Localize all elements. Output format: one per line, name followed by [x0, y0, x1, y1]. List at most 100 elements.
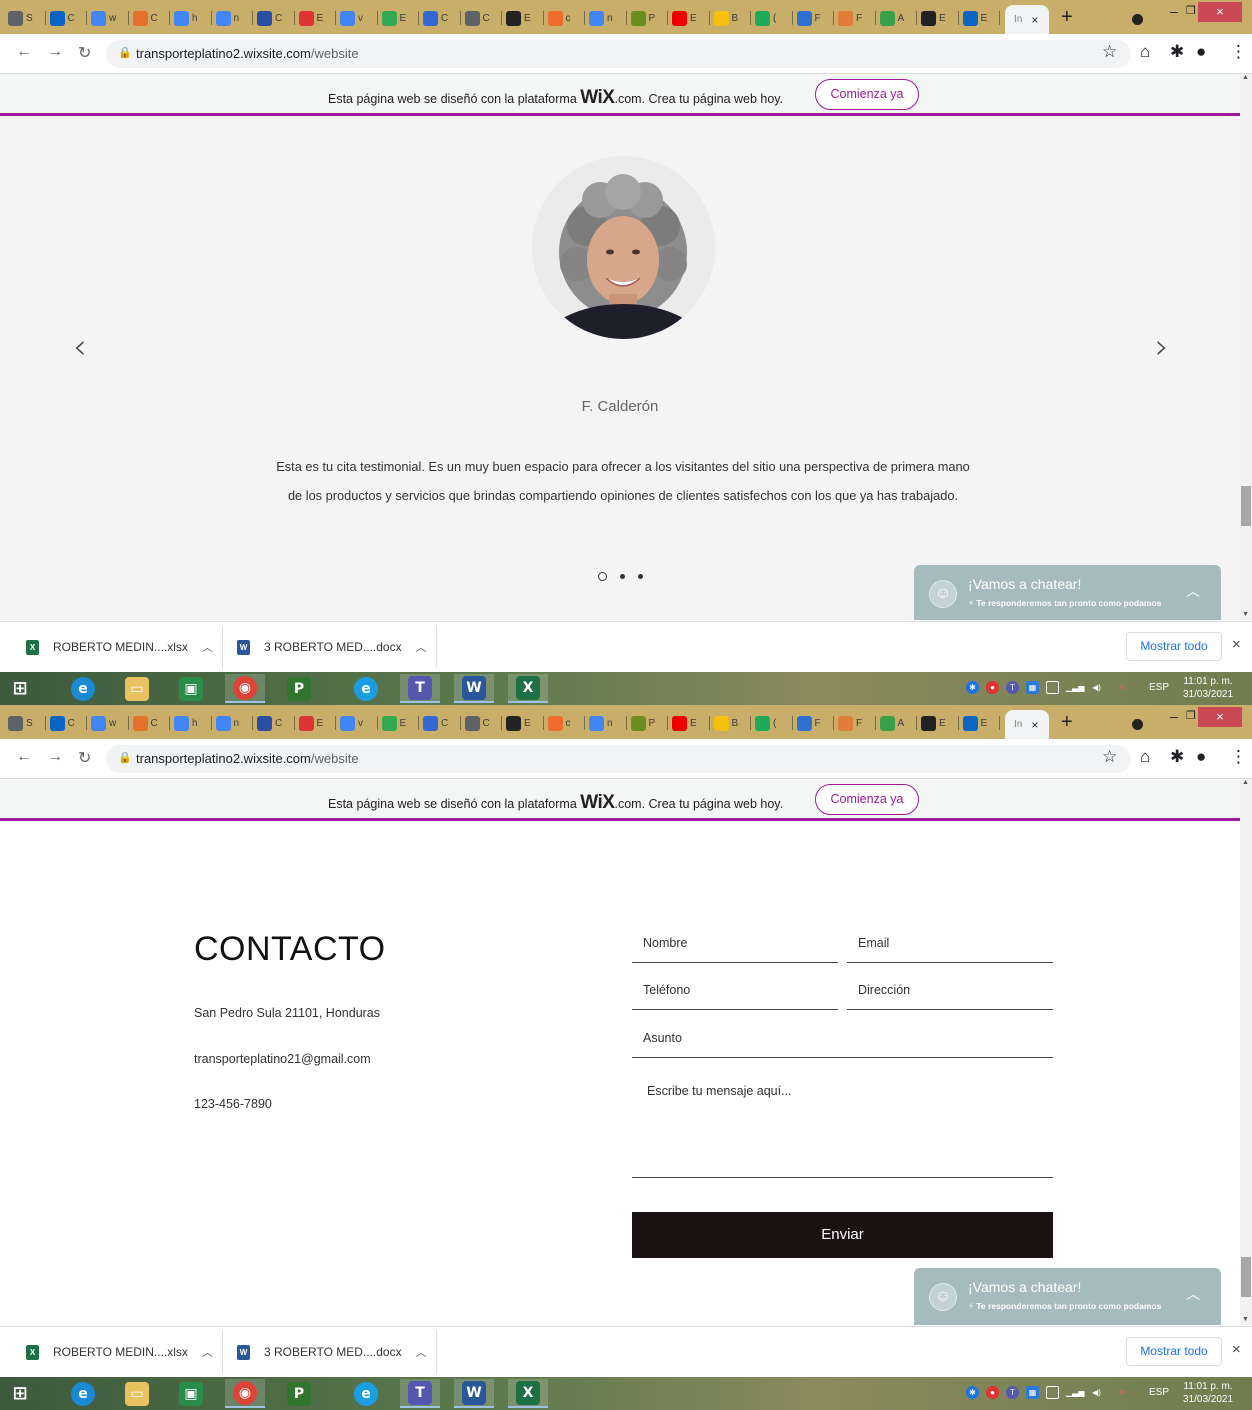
battery-icon[interactable]	[1046, 1386, 1059, 1399]
show-all-downloads-button[interactable]: Mostrar todo	[1126, 632, 1222, 661]
slide-dot[interactable]	[598, 572, 607, 581]
name-field[interactable]: Nombre	[632, 927, 838, 963]
browser-tab[interactable]: w	[91, 714, 116, 732]
chevron-up-icon[interactable]: ︿	[1186, 581, 1200, 601]
extensions-icon[interactable]: ✱	[1170, 747, 1184, 767]
taskbar-project[interactable]: P	[279, 674, 319, 703]
browser-tab[interactable]: E	[506, 9, 531, 27]
back-icon[interactable]: ←	[16, 748, 32, 766]
menu-icon[interactable]: ⋮	[1230, 747, 1247, 767]
contact-email[interactable]: transporteplatino21@gmail.com	[194, 1052, 371, 1066]
account-icon[interactable]: ●	[1196, 747, 1206, 767]
taskbar-edge[interactable]: e	[346, 674, 386, 703]
slide-dot[interactable]	[638, 574, 643, 579]
minimize-button[interactable]: –	[1170, 708, 1178, 724]
browser-tab[interactable]: P	[630, 714, 655, 732]
chevron-up-icon[interactable]: ︿	[202, 639, 213, 655]
browser-tab[interactable]: C	[132, 9, 158, 27]
close-download-bar-icon[interactable]: ×	[1232, 1341, 1241, 1358]
browser-tab[interactable]: B	[713, 714, 738, 732]
browser-tab[interactable]: c	[547, 9, 571, 27]
browser-tab[interactable]: F	[838, 9, 862, 27]
reload-icon[interactable]: ↻	[78, 43, 91, 63]
profile-icon[interactable]	[1132, 719, 1143, 730]
home-icon[interactable]: ⌂	[1140, 42, 1150, 62]
taskbar-word[interactable]: W	[454, 674, 494, 703]
email-field[interactable]: Email	[847, 927, 1053, 963]
browser-tab[interactable]: E	[921, 9, 946, 27]
address-bar[interactable]: 🔒 transporteplatino2.wixsite.com/website	[106, 745, 1131, 773]
reload-icon[interactable]: ↻	[78, 748, 91, 768]
battery-icon[interactable]	[1046, 681, 1059, 694]
browser-tab[interactable]: E	[962, 714, 987, 732]
taskbar-explorer[interactable]: ▭	[117, 1379, 157, 1408]
chat-widget[interactable]: ☺ ¡Vamos a chatear! ⚡ Te responderemos t…	[914, 1268, 1221, 1325]
taskbar-word[interactable]: W	[454, 1379, 494, 1408]
address-field[interactable]: Dirección	[847, 974, 1053, 1010]
active-tab[interactable]: In ×	[1005, 5, 1049, 34]
chevron-up-icon[interactable]: ︿	[416, 1344, 427, 1360]
home-icon[interactable]: ⌂	[1140, 747, 1150, 767]
scroll-up-icon[interactable]: ▲	[1242, 779, 1249, 786]
browser-tab[interactable]: n	[589, 9, 613, 27]
taskbar-edge[interactable]: e	[346, 1379, 386, 1408]
browser-tab[interactable]: v	[340, 9, 363, 27]
browser-tab[interactable]: C	[423, 9, 448, 27]
address-bar[interactable]: 🔒 transporteplatino2.wixsite.com/website	[106, 40, 1131, 68]
bookmark-star-icon[interactable]: ☆	[1102, 42, 1117, 62]
start-button[interactable]: ⊞	[0, 1379, 40, 1408]
scroll-up-icon[interactable]: ▲	[1242, 74, 1249, 81]
start-now-button[interactable]: Comienza ya	[815, 79, 919, 110]
browser-tab[interactable]: C	[132, 714, 158, 732]
browser-tab[interactable]: E	[672, 714, 697, 732]
active-tab[interactable]: In ×	[1005, 710, 1049, 739]
chat-widget[interactable]: ☺ ¡Vamos a chatear! ⚡ Te responderemos t…	[914, 565, 1221, 620]
browser-tab[interactable]: C	[49, 714, 75, 732]
browser-tab[interactable]: n	[215, 714, 239, 732]
scrollbar-thumb[interactable]	[1241, 486, 1251, 526]
restore-button[interactable]: ❐	[1186, 709, 1196, 722]
browser-tab[interactable]: C	[49, 9, 75, 27]
bluetooth-icon[interactable]: ✱	[966, 1386, 979, 1399]
browser-tab[interactable]: C	[257, 714, 282, 732]
subject-field[interactable]: Asunto	[632, 1022, 1053, 1058]
browser-tab[interactable]: E	[381, 9, 406, 27]
scroll-down-icon[interactable]: ▼	[1242, 1316, 1249, 1323]
submit-button[interactable]: Enviar	[632, 1212, 1053, 1258]
teams-tray-icon[interactable]: T	[1006, 681, 1019, 694]
browser-tab[interactable]: C	[423, 714, 448, 732]
back-icon[interactable]: ←	[16, 43, 32, 61]
phone-field[interactable]: Teléfono	[632, 974, 838, 1010]
scrollbar-thumb[interactable]	[1241, 1257, 1251, 1297]
browser-tab[interactable]: E	[381, 714, 406, 732]
browser-tab[interactable]: (	[755, 714, 776, 732]
close-window-button[interactable]: ×	[1198, 2, 1242, 22]
close-tab-icon[interactable]: ×	[1031, 13, 1038, 27]
signal-icon[interactable]: ▁▃▅	[1066, 1386, 1084, 1399]
download-item[interactable]: X ROBERTO MEDIN....xlsx ︿	[26, 622, 213, 672]
browser-tab[interactable]: B	[713, 9, 738, 27]
language-indicator[interactable]: ESP	[1149, 682, 1169, 693]
browser-tab[interactable]: (	[755, 9, 776, 27]
browser-tab[interactable]: F	[838, 714, 862, 732]
browser-tab[interactable]: C	[464, 9, 490, 27]
browser-tab[interactable]: n	[589, 714, 613, 732]
taskbar-chrome[interactable]: ◉	[225, 1379, 265, 1408]
bluetooth-icon[interactable]: ✱	[966, 681, 979, 694]
download-item[interactable]: W 3 ROBERTO MED....docx ︿	[237, 622, 427, 672]
message-textarea[interactable]: Escribe tu mensaje aquí...	[632, 1070, 1053, 1178]
taskbar-ie[interactable]: e	[63, 1379, 103, 1408]
new-tab-button[interactable]: +	[1061, 711, 1073, 734]
next-slide-arrow[interactable]: ›	[1155, 327, 1169, 367]
menu-icon[interactable]: ⋮	[1230, 42, 1247, 62]
browser-tab[interactable]: S	[8, 9, 33, 27]
taskbar-project[interactable]: P	[279, 1379, 319, 1408]
restore-button[interactable]: ❐	[1186, 4, 1196, 17]
bookmark-star-icon[interactable]: ☆	[1102, 747, 1117, 767]
taskbar-chrome[interactable]: ◉	[225, 674, 265, 703]
taskbar-teams[interactable]: T	[400, 1379, 440, 1408]
browser-tab[interactable]: w	[91, 9, 116, 27]
show-all-downloads-button[interactable]: Mostrar todo	[1126, 1337, 1222, 1366]
browser-tab[interactable]: S	[8, 714, 33, 732]
new-tab-button[interactable]: +	[1061, 6, 1073, 29]
